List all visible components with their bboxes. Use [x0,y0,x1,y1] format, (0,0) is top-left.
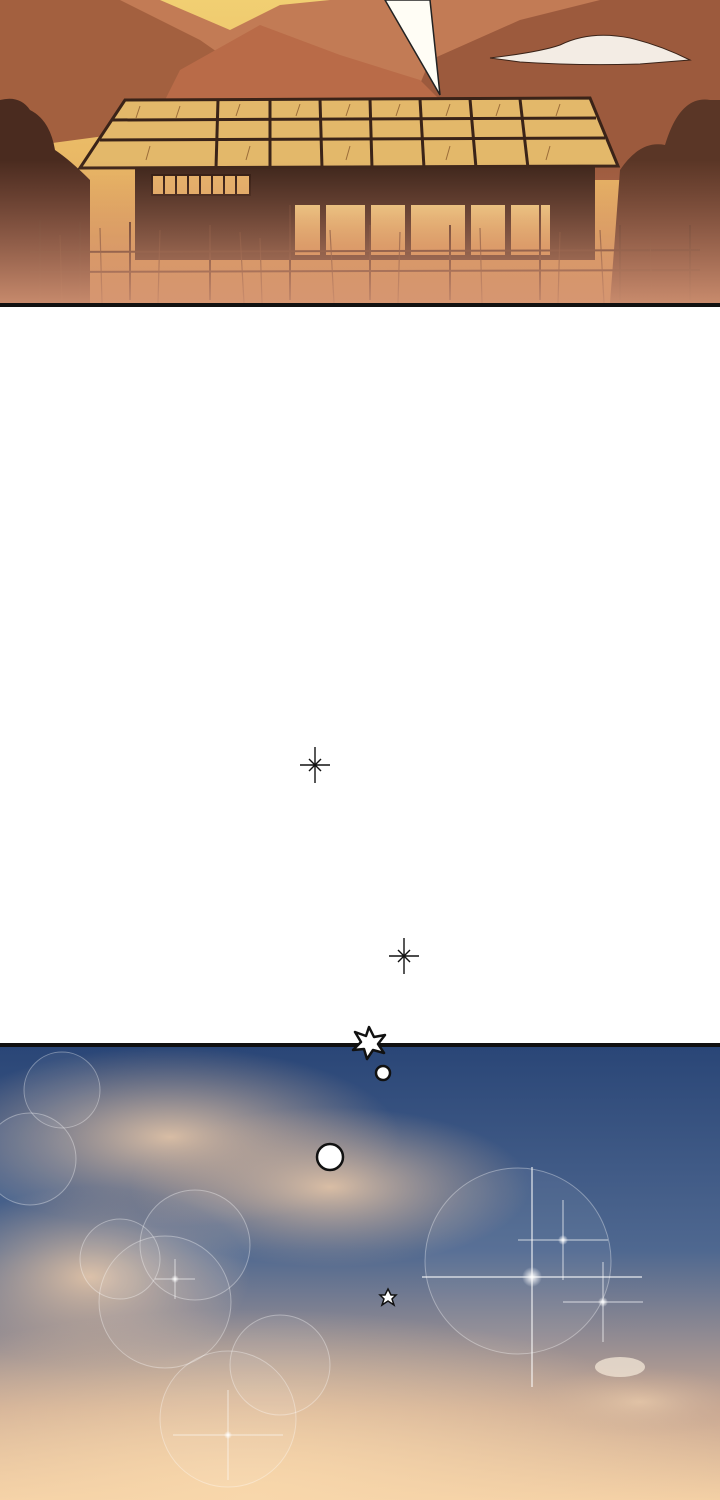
farmhouse-panel [0,0,720,307]
twilight-sky-panel [0,1043,720,1500]
twilight-scene [0,1047,720,1500]
sparkle-icon [300,747,330,783]
blank-gutter [0,307,720,1044]
starburst-icon [351,1025,387,1061]
farmhouse-scene [0,0,720,303]
gutter-sparkles [300,747,419,974]
thought-bubble-large [315,1142,345,1172]
sparkle-icon [389,938,419,974]
ground-haze [0,160,720,303]
thought-bubble-small [374,1064,392,1082]
